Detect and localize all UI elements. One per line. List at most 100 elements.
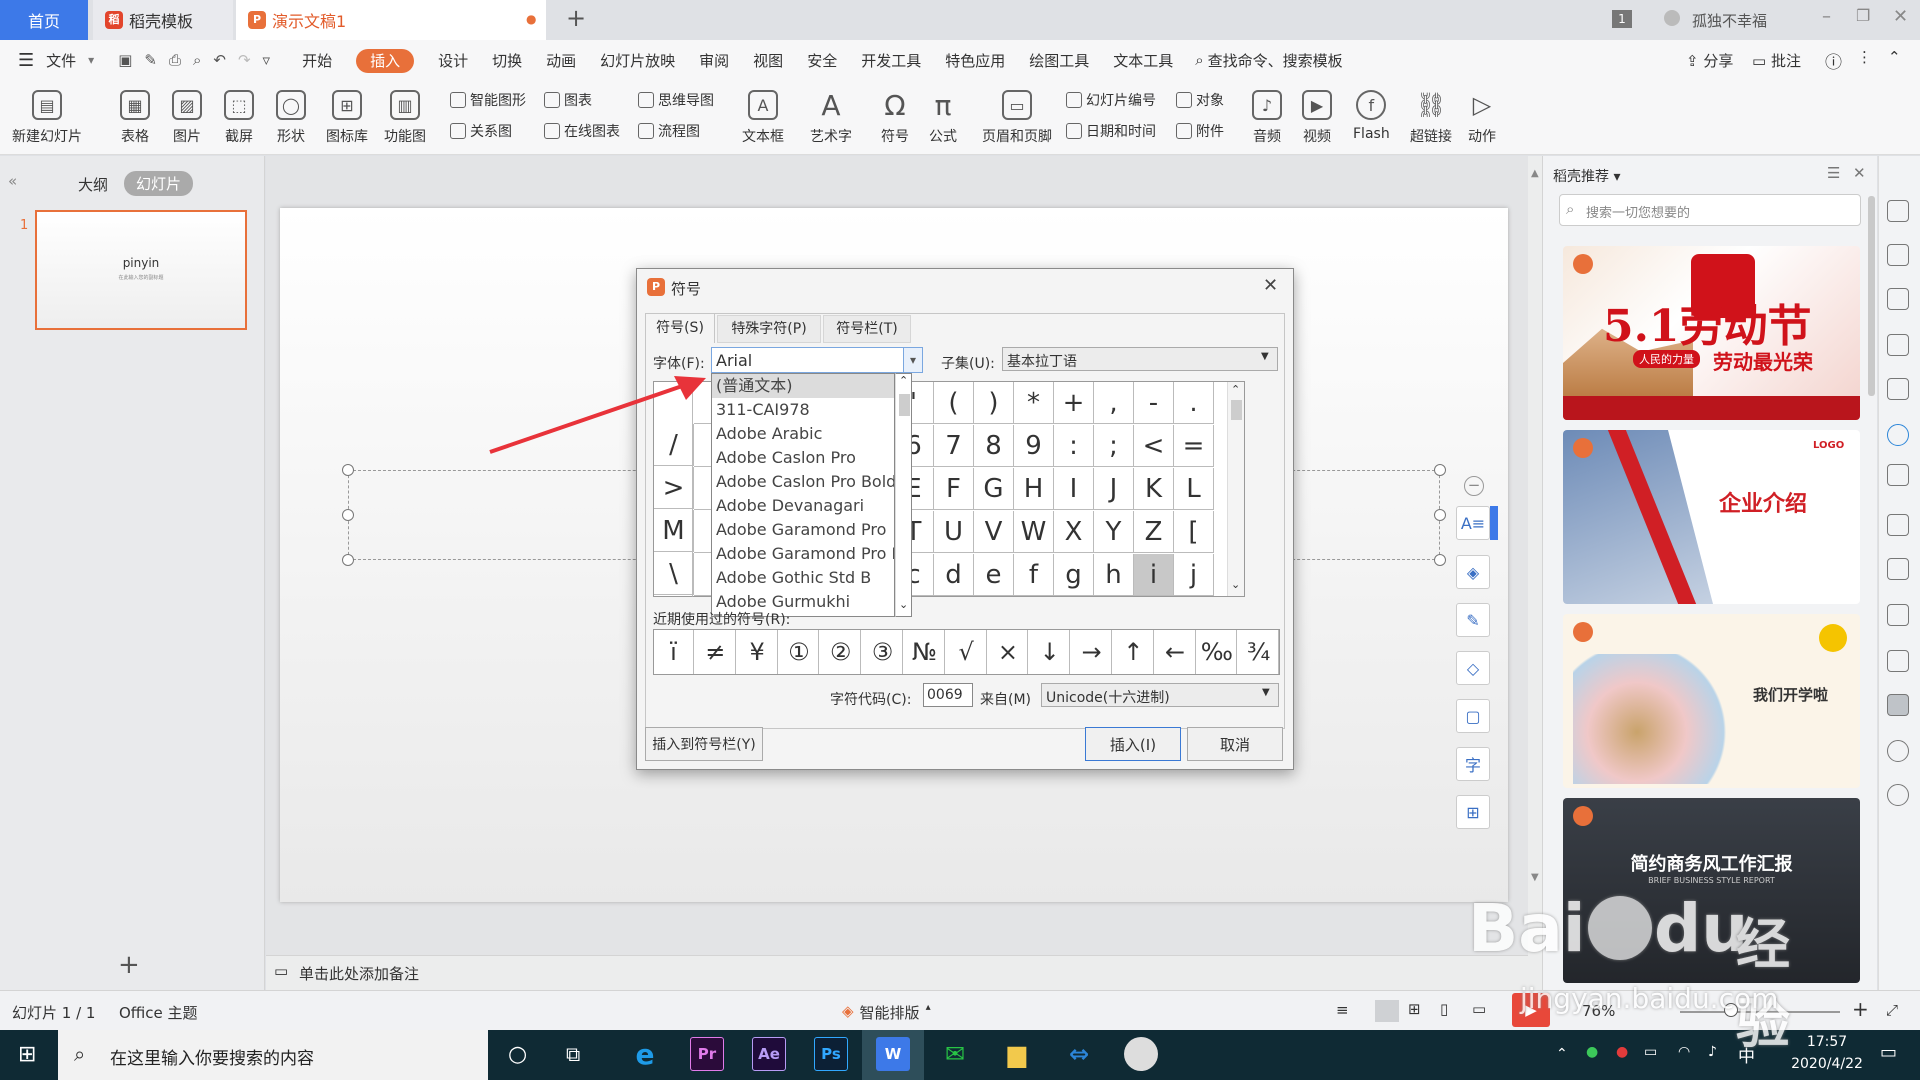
subset-select[interactable]: 基本拉丁语 ▼ <box>1002 347 1278 371</box>
recent-symbol-cell[interactable]: ¥ <box>738 630 778 674</box>
menu-animation[interactable]: 动画 <box>534 50 588 71</box>
sorter-view-icon[interactable]: ⊞ <box>1408 1000 1421 1018</box>
notes-bar[interactable]: ▭ 单击此处添加备注 <box>266 955 1528 990</box>
relation-chart-button[interactable]: 关系图 <box>450 121 512 141</box>
print-icon[interactable]: ⎙ <box>169 51 181 69</box>
premiere-icon[interactable]: Pr <box>690 1037 724 1071</box>
symbol-cell[interactable]: = <box>1174 425 1214 467</box>
layers-icon[interactable] <box>1887 378 1909 400</box>
recent-symbol-cell[interactable]: ≠ <box>696 630 736 674</box>
tab-symbol[interactable]: 符号(S) <box>645 313 715 343</box>
symbol-cell[interactable]: F <box>934 468 974 510</box>
resize-handle[interactable] <box>1434 554 1446 566</box>
tab-home[interactable]: 首页 <box>0 0 88 40</box>
attachment-button[interactable]: 附件 <box>1176 121 1224 141</box>
table-button[interactable]: ▦ 表格 <box>120 90 150 146</box>
menu-slideshow[interactable]: 幻灯片放映 <box>588 50 687 71</box>
tray-wechat-icon[interactable]: ● <box>1586 1044 1598 1060</box>
task-view-icon[interactable]: ⧉ <box>566 1042 580 1066</box>
customize-icon[interactable]: ▿ <box>263 51 271 69</box>
wordart-button[interactable]: A 艺术字 <box>810 89 852 146</box>
wps-icon[interactable]: W <box>876 1037 910 1071</box>
ime-indicator[interactable]: 中 <box>1738 1042 1755 1067</box>
textbox-button[interactable]: A 文本框 <box>742 90 784 146</box>
tray-chevron-icon[interactable]: ⌃ <box>1556 1046 1568 1062</box>
formula-button[interactable]: π 公式 <box>928 89 958 146</box>
minimize-icon[interactable]: – <box>1822 6 1831 27</box>
hyperlink-button[interactable]: ⛓ 超链接 <box>1410 90 1452 146</box>
symbol-cell[interactable]: ; <box>1094 425 1134 467</box>
symbol-cell[interactable]: W <box>1014 511 1054 553</box>
recent-symbol-cell[interactable]: √ <box>947 630 987 674</box>
after-effects-icon[interactable]: Ae <box>752 1037 786 1071</box>
layers-icon[interactable]: ◈ <box>1456 555 1490 589</box>
panel-title[interactable]: 稻壳推荐 ▾ <box>1553 166 1620 186</box>
font-select[interactable]: Arial ▾ <box>711 347 923 373</box>
wechat-icon[interactable]: ✉ <box>938 1037 972 1071</box>
close-window-icon[interactable]: ✕ <box>1893 6 1908 27</box>
shape-button[interactable]: ◯ 形状 <box>276 90 306 146</box>
wifi-icon[interactable]: ◠ <box>1678 1044 1690 1060</box>
vertical-scrollbar[interactable]: ▲ ▼ <box>1528 156 1542 990</box>
menu-design[interactable]: 设计 <box>426 50 480 71</box>
symbol-cell[interactable]: j <box>1174 554 1214 596</box>
insert-button[interactable]: 插入(I) <box>1085 727 1181 761</box>
recent-symbol-cell[interactable]: ↓ <box>1030 630 1071 674</box>
symbol-cell[interactable]: K <box>1134 468 1174 510</box>
symbol-cell[interactable]: I <box>1054 468 1094 510</box>
recent-symbol-cell[interactable]: ← <box>1156 630 1196 674</box>
more-icon[interactable]: ⋮ <box>1857 48 1872 66</box>
encoding-select[interactable]: Unicode(十六进制) ▼ <box>1041 683 1279 707</box>
volume-icon[interactable]: ♪ <box>1708 1044 1717 1060</box>
zoom-out-icon[interactable]: − <box>1464 476 1484 496</box>
pen-icon[interactable]: ✎ <box>1456 603 1490 637</box>
scroll-up-icon[interactable]: ⌃ <box>1231 383 1240 396</box>
smart-art-button[interactable]: 智能图形 <box>450 90 526 110</box>
more-tools-icon[interactable]: ⊞ <box>1456 795 1490 829</box>
recent-symbol-cell[interactable]: ï <box>654 630 694 674</box>
reading-view-icon[interactable]: ▯ <box>1440 1000 1448 1018</box>
picture-button[interactable]: ▨ 图片 <box>172 90 202 146</box>
clock-date[interactable]: 2020/4/22 <box>1782 1056 1872 1072</box>
symbol-cell[interactable]: L <box>1174 468 1214 510</box>
normal-view-icon[interactable] <box>1375 1000 1399 1022</box>
action-button[interactable]: ▷ 动作 <box>1467 90 1497 146</box>
history-icon[interactable] <box>1887 740 1909 762</box>
symbol-cell[interactable]: U <box>934 511 974 553</box>
font-list-item[interactable]: (普通文本) <box>712 374 894 398</box>
recent-symbol-cell[interactable]: ① <box>779 630 820 674</box>
resize-handle[interactable] <box>342 554 354 566</box>
redo-icon[interactable]: ↷ <box>238 51 251 69</box>
font-list-item[interactable]: Adobe Caslon Pro <box>712 446 894 470</box>
symbol-cell[interactable]: > <box>654 467 694 509</box>
recent-symbol-cell[interactable]: ② <box>821 630 862 674</box>
menu-features[interactable]: 特色应用 <box>933 50 1017 71</box>
symbol-cell[interactable]: 8 <box>974 425 1014 467</box>
smart-layout-button[interactable]: ◈ 智能排版 ▴ <box>842 1002 931 1023</box>
file-explorer-icon[interactable]: ▆ <box>1000 1037 1034 1071</box>
symbol-cell[interactable]: + <box>1054 382 1094 424</box>
font-list-item[interactable]: Adobe Garamond Pro Bold <box>712 542 894 566</box>
taskbar-search[interactable]: ⌕ 在这里输入你要搜索的内容 <box>58 1030 488 1080</box>
collapse-panel-icon[interactable]: « <box>8 172 17 190</box>
template-card[interactable]: 我们开学啦 <box>1563 614 1860 788</box>
function-chart-button[interactable]: ▥ 功能图 <box>384 90 426 146</box>
audio-icon[interactable] <box>1887 650 1909 672</box>
notification-icon[interactable]: ▭ <box>1880 1042 1897 1063</box>
symbol-cell[interactable]: V <box>974 511 1014 553</box>
new-tab-button[interactable]: + <box>566 4 586 32</box>
header-footer-button[interactable]: ▭ 页眉和页脚 <box>982 90 1052 146</box>
symbol-cell[interactable]: * <box>1014 382 1054 424</box>
close-dialog-icon[interactable]: ✕ <box>1263 275 1278 296</box>
tab-symbol-bar[interactable]: 符号栏(T) <box>823 315 911 343</box>
fill-icon[interactable]: ◇ <box>1456 651 1490 685</box>
scroll-down-icon[interactable]: ▼ <box>1531 872 1539 883</box>
resize-handle[interactable] <box>1434 464 1446 476</box>
share-icon[interactable] <box>1887 514 1909 536</box>
slide-thumbnail[interactable]: pinyin 在此输入您的副标题 <box>35 210 247 330</box>
symbol-cell[interactable]: , <box>1094 382 1134 424</box>
print-preview-icon[interactable]: ⌕ <box>193 51 201 69</box>
grid-scrollbar[interactable]: ⌃ ⌄ <box>1227 382 1244 596</box>
menu-security[interactable]: 安全 <box>795 50 849 71</box>
symbol-cell[interactable]: M <box>654 510 694 552</box>
